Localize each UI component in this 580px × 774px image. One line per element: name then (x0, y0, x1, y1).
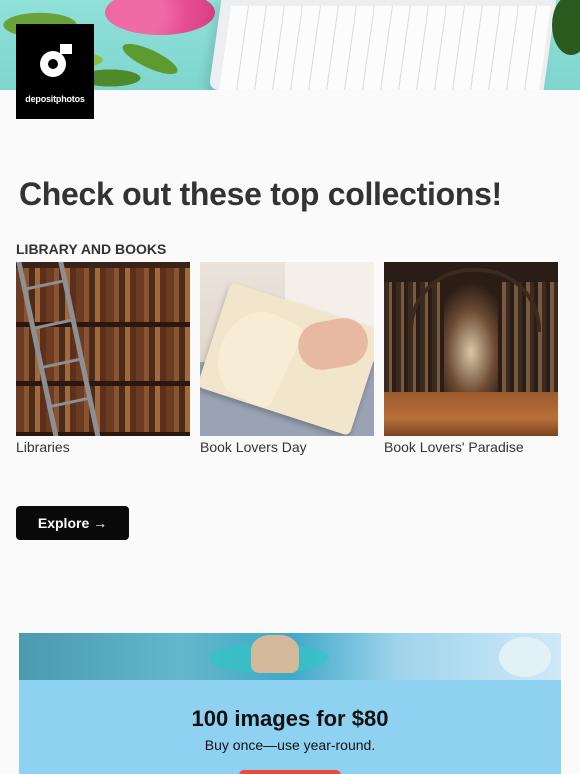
collection-caption[interactable]: Libraries (16, 439, 190, 455)
collection-thumbnail-book-lovers-day[interactable] (200, 262, 374, 436)
promo-subtitle: Buy once—use year-round. (204, 737, 376, 753)
collection-card-book-lovers-paradise[interactable]: Book Lovers' Paradise (384, 262, 558, 455)
plant-decoration (552, 0, 580, 55)
collection-caption[interactable]: Book Lovers' Paradise (384, 439, 558, 455)
promo-banner[interactable]: 100 images for $80 Buy once—use year-rou… (19, 633, 561, 774)
promo-cta-button[interactable] (239, 770, 341, 774)
depositphotos-logo[interactable]: depositphotos (16, 24, 94, 119)
promo-title: 100 images for $80 (191, 706, 389, 731)
logo-wordmark: depositphotos (25, 94, 85, 104)
promo-banner-image (19, 633, 561, 680)
collection-card-book-lovers-day[interactable]: Book Lovers Day (200, 262, 374, 455)
keyboard-keys (219, 6, 551, 90)
collection-card-libraries[interactable]: Libraries (16, 262, 190, 455)
page-headline: Check out these top collections! (19, 176, 502, 212)
collection-thumbnail-book-lovers-paradise[interactable] (384, 262, 558, 436)
collection-caption[interactable]: Book Lovers Day (200, 439, 374, 455)
logo-mark-icon (40, 44, 72, 77)
explore-button[interactable]: Explore → (16, 506, 129, 540)
section-label: LIBRARY AND BOOKS (16, 241, 167, 257)
collection-thumbnail-libraries[interactable] (16, 262, 190, 436)
